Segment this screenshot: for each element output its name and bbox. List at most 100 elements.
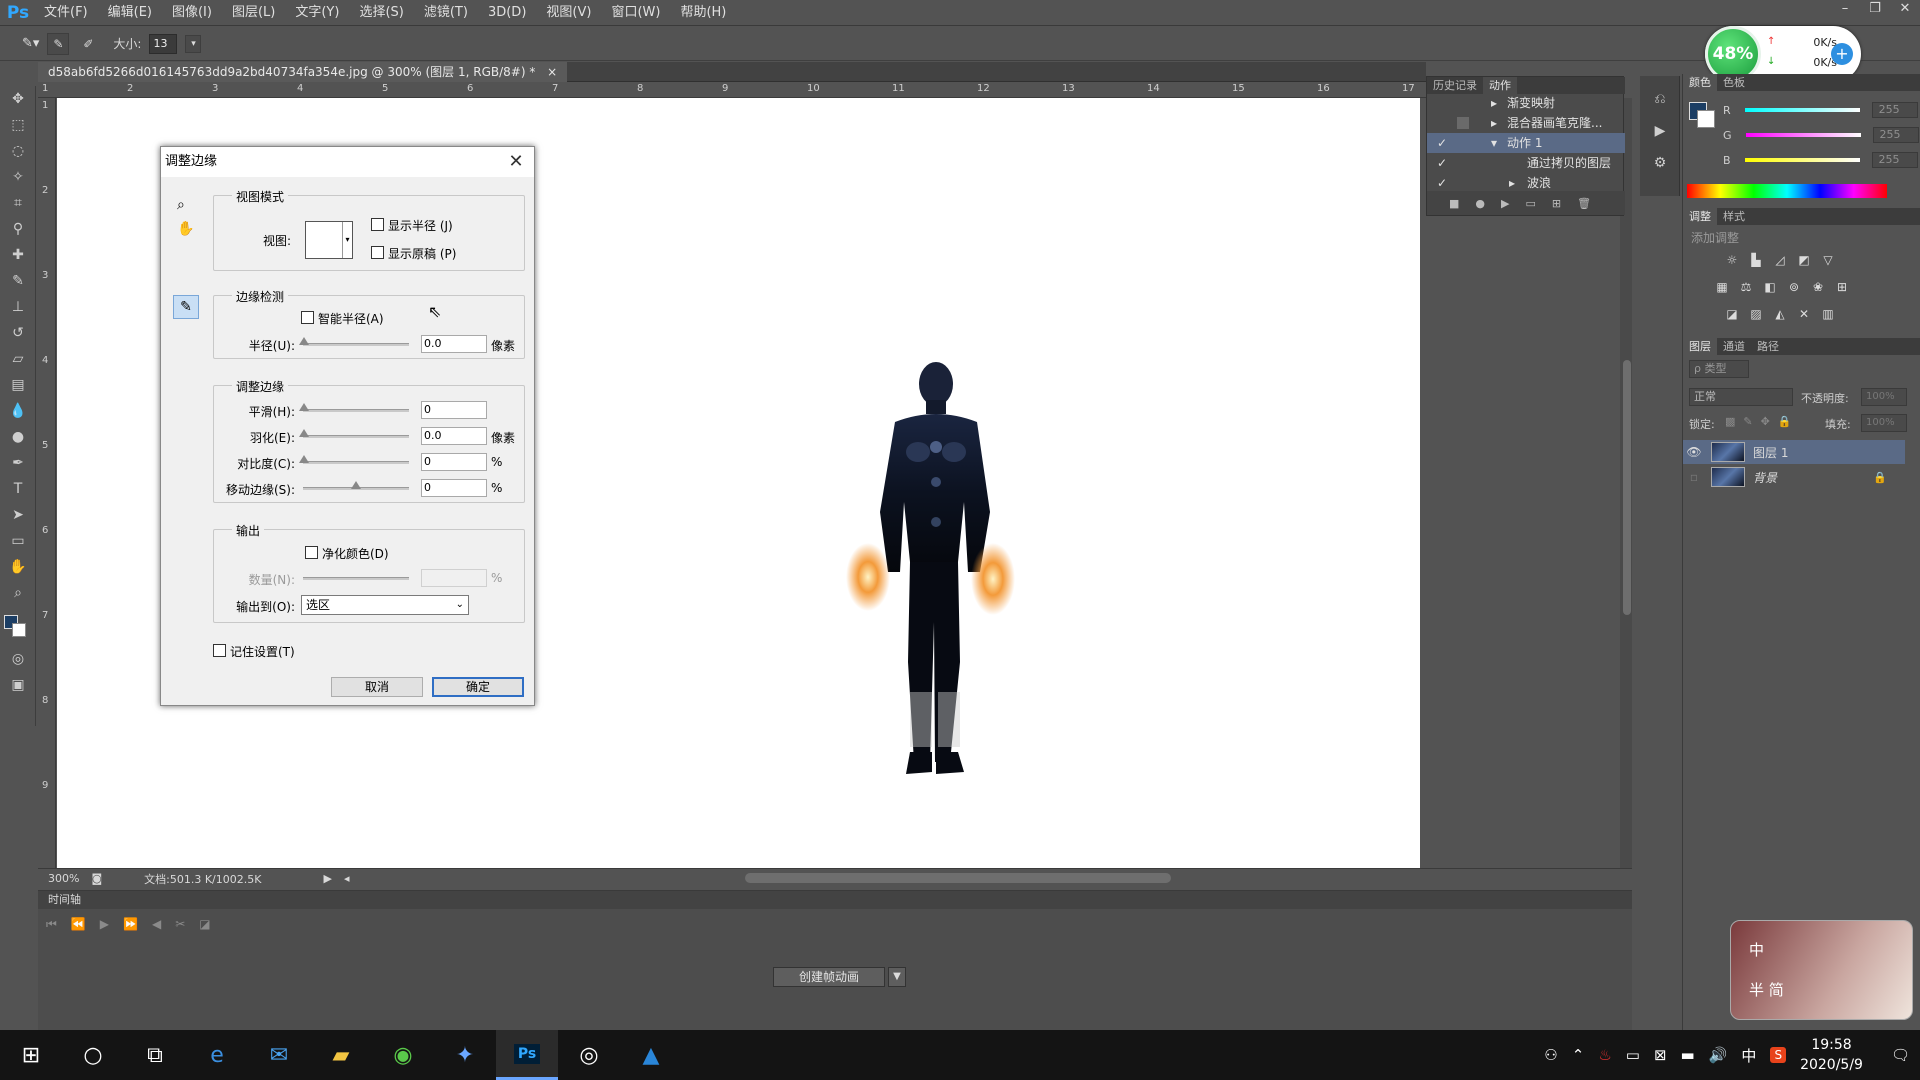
- tab-paths[interactable]: 路径: [1751, 338, 1785, 355]
- menu-file[interactable]: 文件(F): [34, 0, 98, 26]
- zoom-level[interactable]: 300%: [48, 872, 79, 885]
- fill-input[interactable]: 100%: [1861, 414, 1907, 432]
- file-explorer-icon[interactable]: ▰: [310, 1030, 372, 1080]
- layer-row[interactable]: 👁 图层 1: [1683, 440, 1905, 464]
- contrast-input[interactable]: 0: [421, 453, 487, 471]
- crop-tool-icon[interactable]: ⌗: [0, 190, 36, 216]
- create-animation-dropdown-icon[interactable]: ▼: [888, 967, 906, 987]
- scroll-left-icon[interactable]: ◂: [344, 872, 350, 885]
- show-radius-checkbox[interactable]: [371, 218, 384, 231]
- audio-icon[interactable]: ◀: [152, 917, 161, 932]
- properties-panel-icon[interactable]: ⚙: [1640, 150, 1680, 176]
- tab-actions[interactable]: 动作: [1483, 77, 1517, 94]
- menu-3d[interactable]: 3D(D): [478, 0, 536, 26]
- action-row[interactable]: ✓ 通过拷贝的图层: [1427, 153, 1625, 173]
- record-icon[interactable]: ●: [1475, 197, 1485, 210]
- erase-refinements-tool-icon[interactable]: ✐: [77, 32, 100, 55]
- path-select-tool-icon[interactable]: ➤: [0, 502, 36, 528]
- new-action-icon[interactable]: ⊞: [1552, 197, 1561, 210]
- remember-settings-checkbox[interactable]: [213, 644, 226, 657]
- edge-browser-icon[interactable]: e: [186, 1030, 248, 1080]
- proof-icon[interactable]: ◙: [91, 872, 102, 885]
- size-input[interactable]: 13: [149, 33, 178, 54]
- sogou-ime-icon[interactable]: S: [1770, 1047, 1787, 1063]
- add-icon[interactable]: +: [1831, 43, 1853, 65]
- feather-input[interactable]: 0.0: [421, 427, 487, 445]
- menu-select[interactable]: 选择(S): [349, 0, 413, 26]
- history-panel-icon[interactable]: ⎌: [1640, 86, 1680, 112]
- shift-edge-input[interactable]: 0: [421, 479, 487, 497]
- smart-radius-checkbox[interactable]: [301, 311, 314, 324]
- tab-history[interactable]: 历史记录: [1427, 77, 1483, 94]
- menu-window[interactable]: 窗口(W): [601, 0, 670, 26]
- opacity-input[interactable]: 100%: [1861, 388, 1907, 406]
- action-row[interactable]: ✓ ▾ 动作 1: [1427, 133, 1625, 153]
- people-icon[interactable]: ⚇: [1544, 1046, 1557, 1064]
- pen-tool-icon[interactable]: ✒: [0, 450, 36, 476]
- gradient-tool-icon[interactable]: ▤: [0, 372, 36, 398]
- play-icon[interactable]: ▶: [100, 917, 109, 932]
- radius-slider[interactable]: [303, 343, 409, 346]
- battery-icon[interactable]: ▬: [1681, 1046, 1695, 1064]
- brush-tool-icon[interactable]: ✎: [0, 268, 36, 294]
- tab-swatches[interactable]: 色板: [1717, 74, 1751, 91]
- exposure-icon[interactable]: ◩: [1795, 252, 1813, 268]
- history-brush-tool-icon[interactable]: ↺: [0, 320, 36, 346]
- hue-saturation-icon[interactable]: ▦: [1713, 279, 1731, 295]
- camera-app-icon[interactable]: ◎: [558, 1030, 620, 1080]
- check-icon[interactable]: ✓: [1437, 173, 1447, 193]
- contrast-slider[interactable]: [303, 461, 409, 464]
- photos-app-icon[interactable]: ▲: [620, 1030, 682, 1080]
- tab-styles[interactable]: 样式: [1717, 208, 1751, 225]
- action-row[interactable]: ✓ ▸ 波浪: [1427, 173, 1625, 193]
- move-tool-icon[interactable]: ✥: [0, 86, 36, 112]
- delete-icon[interactable]: 🗑: [1577, 197, 1591, 210]
- smooth-input[interactable]: 0: [421, 401, 487, 419]
- output-to-select[interactable]: 选区 ⌄: [301, 595, 469, 615]
- show-original-checkbox[interactable]: [371, 246, 384, 259]
- status-menu-arrow-icon[interactable]: ▶: [323, 872, 331, 885]
- horizontal-scroll-thumb[interactable]: [745, 873, 1171, 883]
- menu-filter[interactable]: 滤镜(T): [414, 0, 478, 26]
- refine-radius-brush-icon[interactable]: ✎: [173, 295, 199, 319]
- posterize-icon[interactable]: ▨: [1747, 306, 1765, 322]
- eraser-tool-icon[interactable]: ▱: [0, 346, 36, 372]
- close-tab-icon[interactable]: ×: [547, 65, 557, 79]
- color-lookup-icon[interactable]: ⊞: [1833, 279, 1851, 295]
- color-channel-r[interactable]: R 255: [1723, 100, 1918, 120]
- color-channel-b[interactable]: B 255: [1723, 150, 1918, 170]
- feather-slider-knob[interactable]: [299, 429, 309, 437]
- shape-tool-icon[interactable]: ▭: [0, 528, 36, 554]
- radius-slider-knob[interactable]: [299, 337, 309, 345]
- vertical-scroll-thumb[interactable]: [1623, 360, 1631, 615]
- channel-mixer-icon[interactable]: ❀: [1809, 279, 1827, 295]
- gradient-map-icon[interactable]: ▥: [1819, 306, 1837, 322]
- show-hidden-icons-icon[interactable]: ⌃: [1572, 1046, 1585, 1064]
- menu-image[interactable]: 图像(I): [162, 0, 222, 26]
- document-tab[interactable]: d58ab6fd5266d016145763dd9a2bd40734fa354e…: [38, 62, 568, 82]
- tab-layers[interactable]: 图层: [1683, 338, 1717, 355]
- browser-360-icon[interactable]: ◉: [372, 1030, 434, 1080]
- color-channel-g[interactable]: G 255: [1723, 125, 1919, 145]
- check-icon[interactable]: ✓: [1437, 153, 1447, 173]
- input-language[interactable]: 中: [1741, 1045, 1756, 1066]
- close-icon[interactable]: ✕: [501, 149, 531, 175]
- zoom-icon[interactable]: ⌕: [177, 197, 185, 213]
- contrast-slider-knob[interactable]: [299, 455, 309, 463]
- visibility-eye-icon[interactable]: 👁: [1683, 445, 1705, 459]
- radius-input[interactable]: 0.0: [421, 335, 487, 353]
- curves-icon[interactable]: ◿: [1771, 252, 1789, 268]
- selective-color-icon[interactable]: ✕: [1795, 306, 1813, 322]
- smooth-slider[interactable]: [303, 409, 409, 412]
- notifications-icon[interactable]: 🗨: [1891, 1046, 1910, 1064]
- color-balance-icon[interactable]: ⚖: [1737, 279, 1755, 295]
- hand-icon[interactable]: ✋: [177, 221, 194, 237]
- eyedropper-tool-icon[interactable]: ⚲: [0, 216, 36, 242]
- volume-icon[interactable]: 🔊: [1709, 1046, 1728, 1064]
- new-set-icon[interactable]: ▭: [1525, 197, 1535, 210]
- search-icon[interactable]: ○: [62, 1030, 124, 1080]
- stop-icon[interactable]: ■: [1449, 197, 1459, 210]
- quick-select-tool-icon[interactable]: ✧: [0, 164, 36, 190]
- view-mode-preview-select[interactable]: ▾: [305, 221, 353, 259]
- levels-icon[interactable]: ▙: [1747, 252, 1765, 268]
